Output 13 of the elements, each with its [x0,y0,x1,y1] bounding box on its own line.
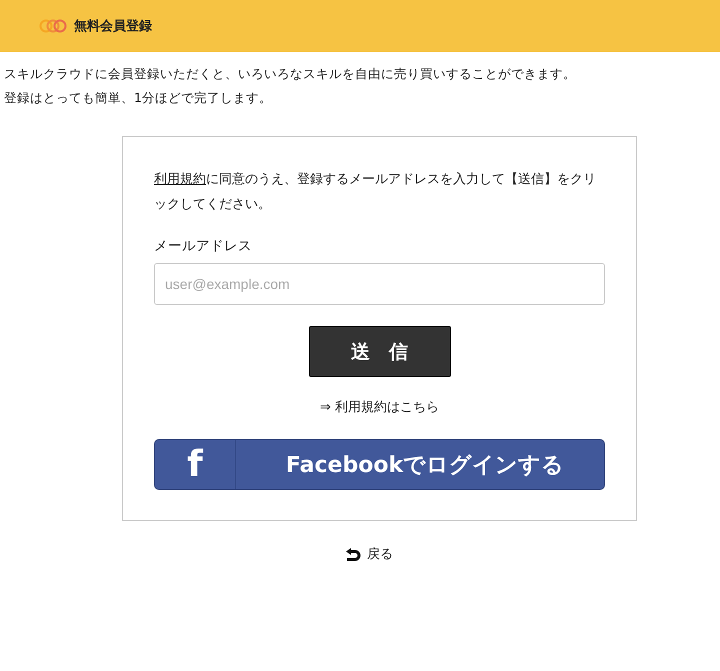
terms-link[interactable]: 利用規約 [154,172,206,187]
intro-text: スキルクラウドに会員登録いただくと、いろいろなスキルを自由に売り買いすることができます。 [4,65,577,83]
return-icon [345,548,361,560]
terms-link[interactable]: ⇒ 利用規約はこちら [320,398,440,416]
email-field[interactable]: user@example.com [154,263,605,305]
page-title: 無料会員登録 [74,18,152,35]
facebook-login-button[interactable]: f Facebookでログインする [154,439,605,490]
intro-text: 登録はとっても簡単、1分ほどで完了します。 [4,89,273,107]
logo-icon [38,19,68,33]
instruction-text: 利用規約に同意のうえ、登録するメールアドレスを入力して【送信】をクリックしてください。 [154,171,597,214]
submit-button[interactable]: 送 信 [308,326,450,377]
field-label: メールアドレス [154,237,253,255]
back-link[interactable]: 戻る [367,545,393,563]
